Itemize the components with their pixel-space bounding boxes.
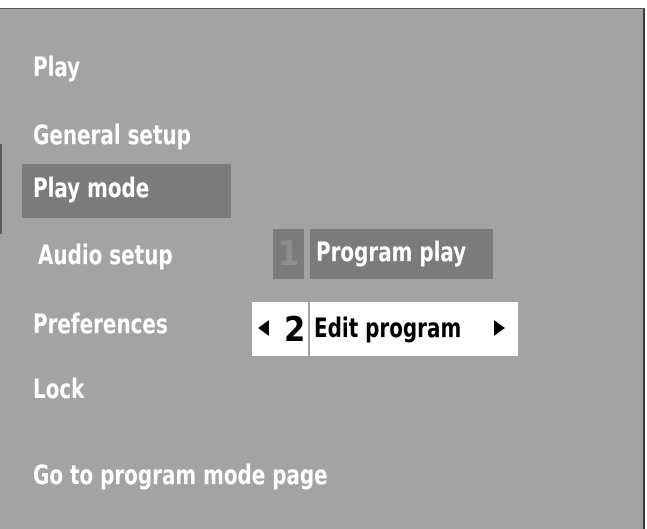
option-number-1: 1 [277,234,300,274]
hint-text: Go to program mode page [33,460,328,491]
menu-item-audio-setup[interactable]: Audio setup [38,242,173,269]
option-edit-program[interactable]: Edit program [310,302,518,356]
dvd-setup-screen: Play General setup Play mode Audio setup… [0,8,645,529]
option-number-box-2: 2 [252,302,308,356]
option-program-play[interactable]: Program play [310,229,493,279]
menu-item-play-mode[interactable]: Play mode [33,175,149,202]
arrow-left-icon[interactable] [258,320,269,336]
option-program-play-label: Program play [316,237,467,268]
menu-item-play[interactable]: Play [33,54,80,81]
arrow-right-icon[interactable] [494,320,505,336]
option-number-2: 2 [284,310,306,350]
menu-item-preferences[interactable]: Preferences [33,311,168,338]
option-edit-program-label: Edit program [314,313,462,344]
menu-item-lock[interactable]: Lock [33,376,84,403]
screen-edge [0,144,2,234]
menu-item-general-setup[interactable]: General setup [33,122,191,149]
option-number-box-1: 1 [273,229,304,279]
